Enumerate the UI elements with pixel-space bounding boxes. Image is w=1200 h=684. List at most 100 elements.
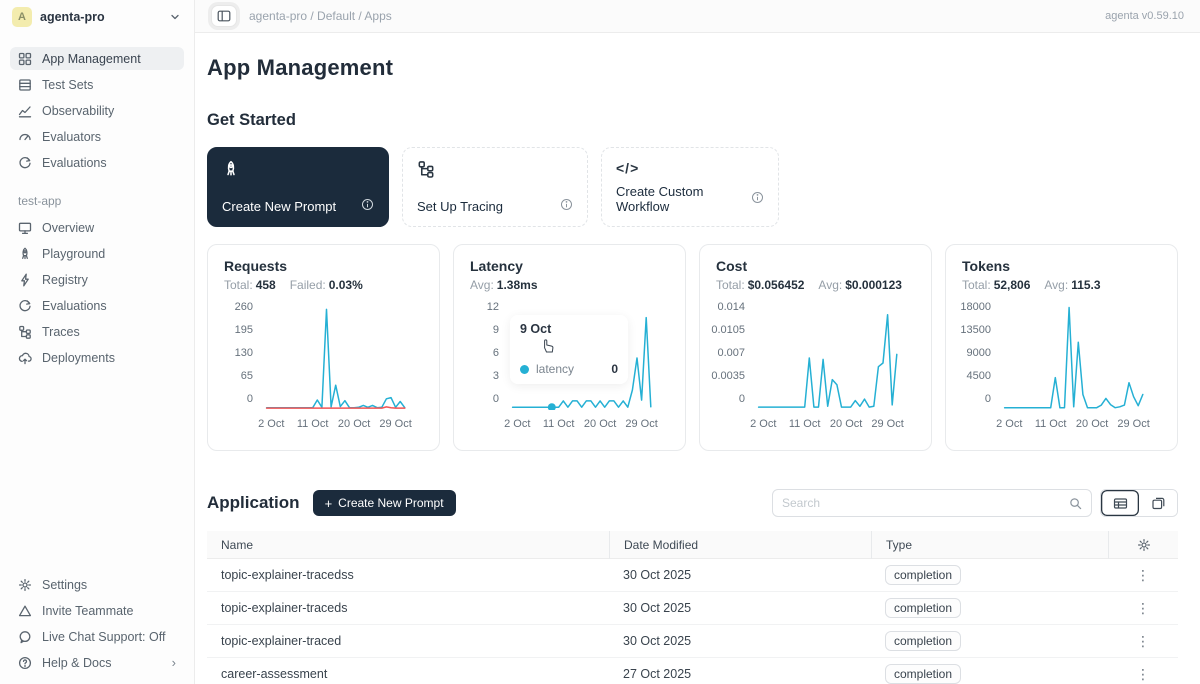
card-view-button[interactable] <box>1139 490 1177 516</box>
app-root: A agenta-pro App Management Test Sets Ob… <box>0 0 1200 684</box>
sidebar-item-registry[interactable]: Registry <box>10 268 184 291</box>
info-icon[interactable] <box>751 191 764 207</box>
column-header-date-modified[interactable]: Date Modified <box>609 531 871 559</box>
column-header-name[interactable]: Name <box>207 531 609 559</box>
chart-title: Latency <box>470 258 669 274</box>
app-name: topic-explainer-traced <box>207 634 609 648</box>
chart-title: Tokens <box>962 258 1161 274</box>
sidebar-item-evaluators[interactable]: Evaluators <box>10 125 184 148</box>
row-menu-button[interactable]: ⋮ <box>1108 666 1178 683</box>
sidebar-nav-main: App Management Test Sets Observability E… <box>0 33 194 174</box>
requests-line-chart <box>262 306 414 410</box>
rocket-icon <box>222 160 374 183</box>
sidebar-item-evaluations-app[interactable]: Evaluations <box>10 294 184 317</box>
sidebar-item-label: Settings <box>42 578 87 592</box>
sidebar-item-live-chat[interactable]: Live Chat Support: Off <box>10 625 184 648</box>
x-tick-label: 20 Oct <box>338 418 370 430</box>
gear-icon <box>18 578 32 592</box>
monitor-icon <box>18 221 32 235</box>
table-row[interactable]: career-assessment 27 Oct 2025 completion… <box>207 658 1178 684</box>
sidebar-item-evaluations[interactable]: Evaluations <box>10 151 184 174</box>
table-header-row: Name Date Modified Type <box>207 531 1178 559</box>
y-tick-label: 0.0105 <box>711 324 745 336</box>
sidebar-item-invite-teammate[interactable]: Invite Teammate <box>10 599 184 622</box>
mouse-cursor-icon <box>540 337 557 359</box>
app-version: agenta v0.59.10 <box>1105 10 1184 22</box>
y-tick-label: 9 <box>493 324 499 336</box>
code-icon: </> <box>616 160 764 176</box>
applications-table: Name Date Modified Type topic-explainer-… <box>207 531 1178 684</box>
view-toggle <box>1100 489 1178 517</box>
chevron-right-icon: › <box>172 655 176 670</box>
sidebar-toggle-button[interactable] <box>211 5 237 27</box>
app-name: topic-explainer-tracedss <box>207 568 609 582</box>
series-tokens <box>1005 308 1143 408</box>
stat: Avg:1.38ms <box>470 278 538 292</box>
sidebar-item-label: Help & Docs <box>42 656 111 670</box>
x-tick-label: 11 Oct <box>297 418 329 430</box>
sidebar-item-test-sets[interactable]: Test Sets <box>10 73 184 96</box>
y-tick-label: 13500 <box>960 324 991 336</box>
y-tick-label: 260 <box>235 301 253 313</box>
x-tick-label: 2 Oct <box>996 418 1022 430</box>
search-input[interactable] <box>782 496 1069 510</box>
workspace-switcher[interactable]: A agenta-pro <box>0 0 194 33</box>
table-row[interactable]: topic-explainer-traceds 30 Oct 2025 comp… <box>207 592 1178 625</box>
date-modified: 30 Oct 2025 <box>609 634 871 648</box>
column-settings-button[interactable] <box>1108 531 1178 559</box>
table-row[interactable]: topic-explainer-tracedss 30 Oct 2025 com… <box>207 559 1178 592</box>
column-header-type[interactable]: Type <box>871 531 1108 559</box>
series-dot <box>520 365 529 374</box>
sidebar-item-label: Playground <box>42 247 105 261</box>
row-menu-button[interactable]: ⋮ <box>1108 567 1178 584</box>
table-row[interactable]: topic-explainer-traced 30 Oct 2025 compl… <box>207 625 1178 658</box>
tooltip-value: 0 <box>611 362 618 376</box>
sidebar-item-deployments[interactable]: Deployments <box>10 346 184 369</box>
tooltip-date: 9 Oct <box>520 322 618 336</box>
create-custom-workflow-card[interactable]: </> Create Custom Workflow <box>601 147 779 227</box>
sidebar-item-label: Invite Teammate <box>42 604 133 618</box>
sidebar-item-help-docs[interactable]: Help & Docs › <box>10 651 184 674</box>
stat: Avg:115.3 <box>1044 278 1100 292</box>
x-tick-label: 29 Oct <box>625 418 657 430</box>
sidebar-item-playground[interactable]: Playground <box>10 242 184 265</box>
tokens-line-chart <box>1000 306 1152 410</box>
row-menu-button[interactable]: ⋮ <box>1108 600 1178 617</box>
create-new-prompt-button[interactable]: + Create New Prompt <box>313 490 456 516</box>
stat: Failed:0.03% <box>290 278 363 292</box>
trace-tree-icon <box>417 160 573 183</box>
set-up-tracing-card[interactable]: Set Up Tracing <box>402 147 588 227</box>
chat-bubble-icon <box>18 630 32 644</box>
sidebar-item-settings[interactable]: Settings <box>10 573 184 596</box>
sidebar-item-label: Registry <box>42 273 88 287</box>
y-tick-label: 0.007 <box>717 347 745 359</box>
sidebar-item-observability[interactable]: Observability <box>10 99 184 122</box>
create-new-prompt-card[interactable]: Create New Prompt <box>207 147 389 227</box>
table-rows-icon <box>18 78 32 92</box>
y-tick-label: 6 <box>493 347 499 359</box>
sidebar-item-label: Evaluations <box>42 299 107 313</box>
table-view-icon <box>1113 496 1128 511</box>
y-axis: 260195130650 <box>224 301 262 405</box>
x-tick-label: 11 Oct <box>789 418 821 430</box>
y-tick-label: 18000 <box>960 301 991 313</box>
card-view-icon <box>1151 496 1166 511</box>
content-column: agenta-pro / Default / Apps agenta v0.59… <box>195 0 1200 684</box>
search-icon <box>1069 497 1082 510</box>
info-icon[interactable] <box>560 198 573 214</box>
sidebar-item-overview[interactable]: Overview <box>10 216 184 239</box>
gauge-icon <box>18 130 32 144</box>
info-icon[interactable] <box>361 198 374 214</box>
help-circle-icon <box>18 656 32 670</box>
row-menu-button[interactable]: ⋮ <box>1108 633 1178 650</box>
table-view-button[interactable] <box>1101 490 1139 516</box>
x-tick-label: 2 Oct <box>258 418 284 430</box>
rocket-icon <box>18 247 32 261</box>
chart-title: Cost <box>716 258 915 274</box>
requests-chart-card: Requests Total:458Failed:0.03% 260195130… <box>207 244 440 451</box>
tokens-chart-card: Tokens Total:52,806Avg:115.3 18000135009… <box>945 244 1178 451</box>
type-badge: completion <box>885 631 961 651</box>
sidebar-item-app-management[interactable]: App Management <box>10 47 184 70</box>
y-tick-label: 4500 <box>967 370 991 382</box>
sidebar-item-traces[interactable]: Traces <box>10 320 184 343</box>
